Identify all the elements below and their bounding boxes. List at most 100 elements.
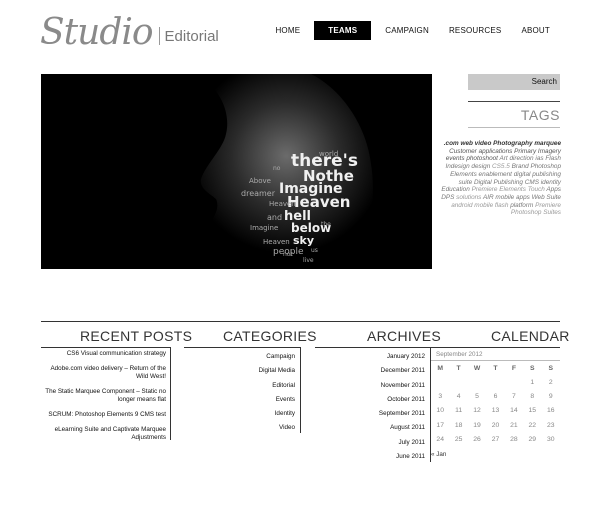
hero-word: Imagine [250, 224, 278, 232]
tag-link[interactable]: Digital Publishing [474, 179, 523, 186]
tag-link[interactable]: flash [495, 202, 509, 209]
nav-teams[interactable]: TEAMS [314, 21, 372, 40]
hero-word: the [321, 221, 331, 228]
calendar-weekday: T [456, 365, 461, 372]
tag-link[interactable]: Indesign [445, 163, 469, 170]
calendar-day: 26 [473, 436, 481, 444]
recent-posts-divider [170, 347, 171, 440]
hero-word: world [319, 150, 338, 158]
calendar-week: 10 11 12 13 14 15 16 [431, 404, 560, 418]
archive-link[interactable]: November 2011 [320, 379, 425, 393]
calendar-weekday: T [493, 365, 498, 372]
calendar-day: 24 [436, 436, 444, 444]
calendar-day [468, 375, 486, 389]
archive-link[interactable]: December 2011 [320, 364, 425, 378]
tag-link[interactable]: CS5.5 [492, 163, 510, 170]
nav-about[interactable]: ABOUT [511, 21, 560, 40]
tag-link[interactable]: Photography [493, 140, 532, 147]
calendar-weekday: F [511, 365, 516, 372]
calendar-rule [431, 360, 560, 361]
tag-link[interactable]: photoshoot [466, 155, 498, 162]
calendar-day: 21 [510, 421, 518, 429]
archives-list: January 2012 December 2011 November 2011… [320, 350, 425, 464]
archive-link[interactable]: January 2012 [320, 350, 425, 364]
tag-link[interactable]: Brand [512, 163, 529, 170]
tag-link[interactable]: Art direction [500, 155, 534, 162]
calendar-day: 7 [512, 393, 516, 401]
tag-link[interactable]: Education [441, 186, 469, 193]
archive-link[interactable]: July 2011 [320, 436, 426, 450]
hero-word: Heaven [263, 238, 290, 246]
categories-divider [300, 347, 301, 433]
logo-divider [158, 27, 160, 45]
category-link[interactable]: Campaign [190, 350, 295, 364]
calendar-day: 13 [491, 407, 500, 415]
hero-word: us [311, 247, 318, 254]
tag-link[interactable]: web video [460, 140, 491, 147]
tag-link[interactable]: mobile [474, 202, 493, 209]
calendar-weekday: W [473, 365, 481, 372]
category-link[interactable]: Digital Media [190, 364, 295, 378]
archive-link[interactable]: June 2011 [320, 450, 425, 464]
recent-post-link[interactable]: CS6 Visual communication strategy [44, 350, 166, 357]
recent-post-link[interactable]: SCRUM: Photoshop Elements 9 CMS test [44, 411, 166, 418]
tag-link[interactable]: Apps [546, 186, 561, 193]
tag-link[interactable]: Primary Imagery [514, 148, 561, 155]
tag-link[interactable]: ias [535, 155, 543, 162]
archive-link[interactable]: August 2011 [320, 421, 425, 435]
tag-link[interactable]: Premiere [535, 202, 561, 209]
tag-link[interactable]: Customer applications [449, 148, 512, 155]
tag-link[interactable]: mobile apps [495, 194, 529, 201]
tag-link[interactable]: Touch [528, 186, 545, 193]
tag-link[interactable]: identity [541, 179, 561, 186]
footer-top-rule [41, 321, 560, 322]
category-link[interactable]: Identity [190, 407, 295, 421]
recent-post-link[interactable]: eLearning Suite and Captivate Marquee Ad… [44, 426, 166, 441]
calendar-table: MTWTFSS 1 2 3 4 5 6 7 8 9 10 11 12 13 14 15 16 17 18 19 20 2… [431, 362, 560, 447]
tags-top-rule [468, 101, 560, 102]
tag-link[interactable]: design [471, 163, 490, 170]
tag-link[interactable]: enablement [479, 171, 512, 178]
category-link[interactable]: Events [190, 393, 295, 407]
tag-link[interactable]: platform [510, 202, 533, 209]
tag-link[interactable]: .com [444, 140, 459, 147]
calendar-day: 6 [493, 393, 498, 401]
tag-link[interactable]: solutions [456, 194, 481, 201]
tag-link[interactable]: Flash [545, 155, 561, 162]
calendar-weekday: M [437, 365, 444, 372]
category-link[interactable]: Editorial [190, 379, 295, 393]
recent-post-link[interactable]: Adobe.com video delivery – Return of the… [44, 365, 166, 380]
calendar-prev-link[interactable]: « Jan [431, 451, 446, 458]
category-link[interactable]: Video [190, 421, 295, 435]
tag-link[interactable]: Photoshop [511, 209, 542, 216]
archive-link[interactable]: September 2011 [320, 407, 425, 421]
calendar-day: 29 [528, 436, 537, 444]
tag-link[interactable]: Suites [543, 209, 561, 216]
tag-link[interactable]: Premiere Elements [472, 186, 526, 193]
search-button[interactable]: Search [468, 74, 560, 90]
tag-link[interactable]: Web Suite [532, 194, 561, 201]
tag-link[interactable]: AIR [483, 194, 494, 201]
tag-link[interactable]: CMS [525, 179, 539, 186]
typographic-face-illustration: there'sNotheImagineHeavenhellbelowskypeo… [41, 74, 432, 269]
calendar-day: 9 [548, 393, 553, 401]
calendar-day: 14 [510, 407, 518, 415]
nav-campaign[interactable]: CAMPAIGN [375, 21, 439, 40]
archive-link[interactable]: October 2011 [320, 393, 425, 407]
recent-posts-title: RECENT POSTS [80, 328, 193, 344]
calendar-month: September 2012 [436, 351, 483, 358]
calendar-week: 17 18 19 20 21 22 23 [431, 418, 560, 432]
main-nav: HOME TEAMS CAMPAIGN RESOURCES ABOUT [265, 21, 560, 40]
calendar-day: 12 [473, 407, 481, 415]
nav-home[interactable]: HOME [265, 21, 310, 40]
site-logo[interactable]: Studio Editorial [40, 8, 219, 56]
tag-link[interactable]: marquee [534, 140, 561, 147]
tag-link[interactable]: events [446, 155, 465, 162]
nav-resources[interactable]: RESOURCES [439, 21, 511, 40]
hero-word: sky [293, 234, 314, 247]
tag-link[interactable]: android [451, 202, 472, 209]
calendar-day: 4 [456, 393, 461, 401]
tag-link[interactable]: DPS [441, 194, 454, 201]
recent-post-link[interactable]: The Static Marquee Component – Static no… [44, 388, 166, 403]
calendar-day: 15 [528, 407, 537, 415]
